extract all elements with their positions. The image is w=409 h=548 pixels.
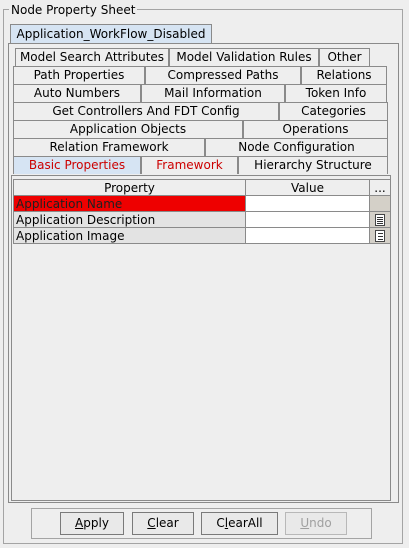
apply-button[interactable]: Apply xyxy=(60,512,124,535)
column-header-property[interactable]: Property xyxy=(13,179,246,196)
clear-button[interactable]: Clear xyxy=(132,512,194,535)
property-value-cell[interactable] xyxy=(245,211,370,228)
clearall-button[interactable]: ClearAll xyxy=(201,512,278,535)
undo-label-rest: ndo xyxy=(309,516,332,530)
table-header-row: Property Value ... xyxy=(13,179,391,196)
property-value-cell[interactable] xyxy=(245,227,370,244)
tab-relations[interactable]: Relations xyxy=(301,66,387,84)
basic-properties-panel: Property Value ... Application Name Appl… xyxy=(11,175,391,501)
tab-auto-numbers[interactable]: Auto Numbers xyxy=(13,84,141,102)
property-value-cell[interactable] xyxy=(245,195,370,212)
tab-hierarchy-structure[interactable]: Hierarchy Structure xyxy=(238,156,388,174)
property-table: Property Value ... Application Name Appl… xyxy=(13,179,391,244)
column-header-value[interactable]: Value xyxy=(245,179,370,196)
tab-model-validation-rules[interactable]: Model Validation Rules xyxy=(169,48,319,66)
table-row[interactable]: Application Image xyxy=(13,227,391,244)
tab-relation-framework[interactable]: Relation Framework xyxy=(13,138,205,156)
column-header-more[interactable]: ... xyxy=(369,179,391,196)
action-button-bar: Apply Clear ClearAll Undo xyxy=(31,508,372,539)
clear-label-rest: lear xyxy=(155,516,179,530)
table-row[interactable]: Application Description xyxy=(13,211,391,228)
tab-operations[interactable]: Operations xyxy=(243,120,388,138)
doc-icon[interactable] xyxy=(375,214,385,226)
tab-framework[interactable]: Framework xyxy=(141,156,238,174)
undo-mnemonic: U xyxy=(300,516,310,530)
undo-button: Undo xyxy=(285,512,347,535)
tab-node-configuration[interactable]: Node Configuration xyxy=(205,138,388,156)
tab-mail-information[interactable]: Mail Information xyxy=(141,84,285,102)
property-button-cell xyxy=(369,195,391,212)
tab-model-search-attributes[interactable]: Model Search Attributes xyxy=(15,48,169,66)
tab-categories[interactable]: Categories xyxy=(279,102,388,120)
apply-label-rest: pply xyxy=(83,516,109,530)
property-button-cell[interactable] xyxy=(369,211,391,228)
property-name-cell[interactable]: Application Name xyxy=(13,195,246,212)
tab-application-objects[interactable]: Application Objects xyxy=(13,120,243,138)
tab-get-controllers-fdt-config[interactable]: Get Controllers And FDT Config xyxy=(13,102,279,120)
tab-basic-properties[interactable]: Basic Properties xyxy=(13,156,141,174)
tab-application-workflow-disabled[interactable]: Application_WorkFlow_Disabled xyxy=(10,24,212,44)
clear-mnemonic: C xyxy=(147,516,156,530)
tab-other[interactable]: Other xyxy=(319,48,370,66)
tab-path-properties[interactable]: Path Properties xyxy=(13,66,145,84)
property-name-cell[interactable]: Application Description xyxy=(13,211,246,228)
clearall-label-rest: earAll xyxy=(228,516,263,530)
property-name-cell[interactable]: Application Image xyxy=(13,227,246,244)
clearall-label-start: C xyxy=(216,516,225,530)
tab-token-info[interactable]: Token Info xyxy=(285,84,387,102)
list-icon[interactable] xyxy=(375,230,385,242)
property-button-cell[interactable] xyxy=(369,227,391,244)
panel-title: Node Property Sheet xyxy=(9,3,138,17)
tab-compressed-paths[interactable]: Compressed Paths xyxy=(145,66,301,84)
table-row[interactable]: Application Name xyxy=(13,195,391,212)
